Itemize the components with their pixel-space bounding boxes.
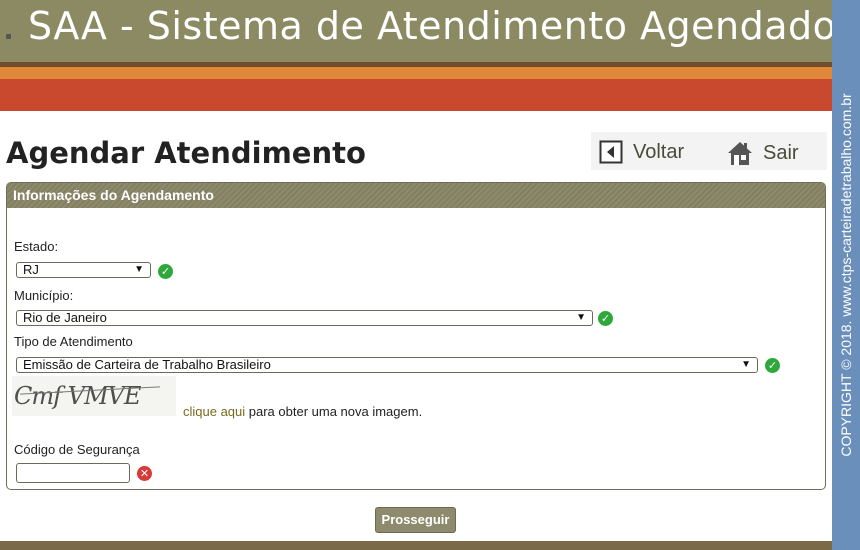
tipo-value: Emissão de Carteira de Trabalho Brasilei… <box>23 357 271 372</box>
prosseguir-button[interactable]: Prosseguir <box>375 507 456 533</box>
header-stripe-orange <box>0 67 832 79</box>
dropdown-arrow-icon: ▼ <box>576 312 586 323</box>
voltar-button[interactable]: Voltar <box>599 140 684 164</box>
municipio-label: Município: <box>14 288 74 303</box>
sair-button[interactable]: Sair <box>727 140 799 166</box>
captcha-image: Cmf VMVE <box>12 376 176 416</box>
voltar-label: Voltar <box>633 140 685 163</box>
dropdown-arrow-icon: ▼ <box>134 264 144 275</box>
dropdown-arrow-icon: ▼ <box>741 359 751 370</box>
captcha-refresh-link[interactable]: clique aqui <box>183 404 245 419</box>
tipo-select[interactable]: Emissão de Carteira de Trabalho Brasilei… <box>16 357 758 373</box>
home-icon <box>728 142 752 165</box>
municipio-value: Rio de Janeiro <box>23 310 107 325</box>
sair-label: Sair <box>763 141 799 164</box>
municipio-select[interactable]: Rio de Janeiro ▼ <box>16 310 593 326</box>
tipo-label: Tipo de Atendimento <box>14 334 133 349</box>
copyright-text: COPYRIGHT © 2018. www.ctps-carteiradetra… <box>838 93 854 457</box>
header-marker <box>6 34 11 39</box>
estado-value: RJ <box>23 262 39 277</box>
codigo-label: Código de Segurança <box>14 442 140 457</box>
estado-select[interactable]: RJ ▼ <box>16 262 151 278</box>
check-circle-icon: ✓ <box>598 311 613 326</box>
page-title: Agendar Atendimento <box>6 136 366 170</box>
estado-label: Estado: <box>14 239 59 254</box>
app-title: SAA - Sistema de Atendimento Agendado <box>28 4 837 48</box>
captcha-refresh-text: clique aqui para obter uma nova imagem. <box>183 404 422 419</box>
footer-stripe <box>0 541 832 550</box>
back-arrow-icon <box>599 140 623 164</box>
captcha-refresh-suffix: para obter uma nova imagem. <box>245 404 423 419</box>
check-circle-icon: ✓ <box>158 264 173 279</box>
x-circle-icon: ✕ <box>137 466 152 481</box>
codigo-input[interactable] <box>16 463 130 483</box>
check-circle-icon: ✓ <box>765 358 780 373</box>
panel-header: Informações do Agendamento <box>7 183 825 208</box>
header-stripe-red <box>0 79 832 111</box>
nav-box: Voltar Sair <box>591 132 827 170</box>
